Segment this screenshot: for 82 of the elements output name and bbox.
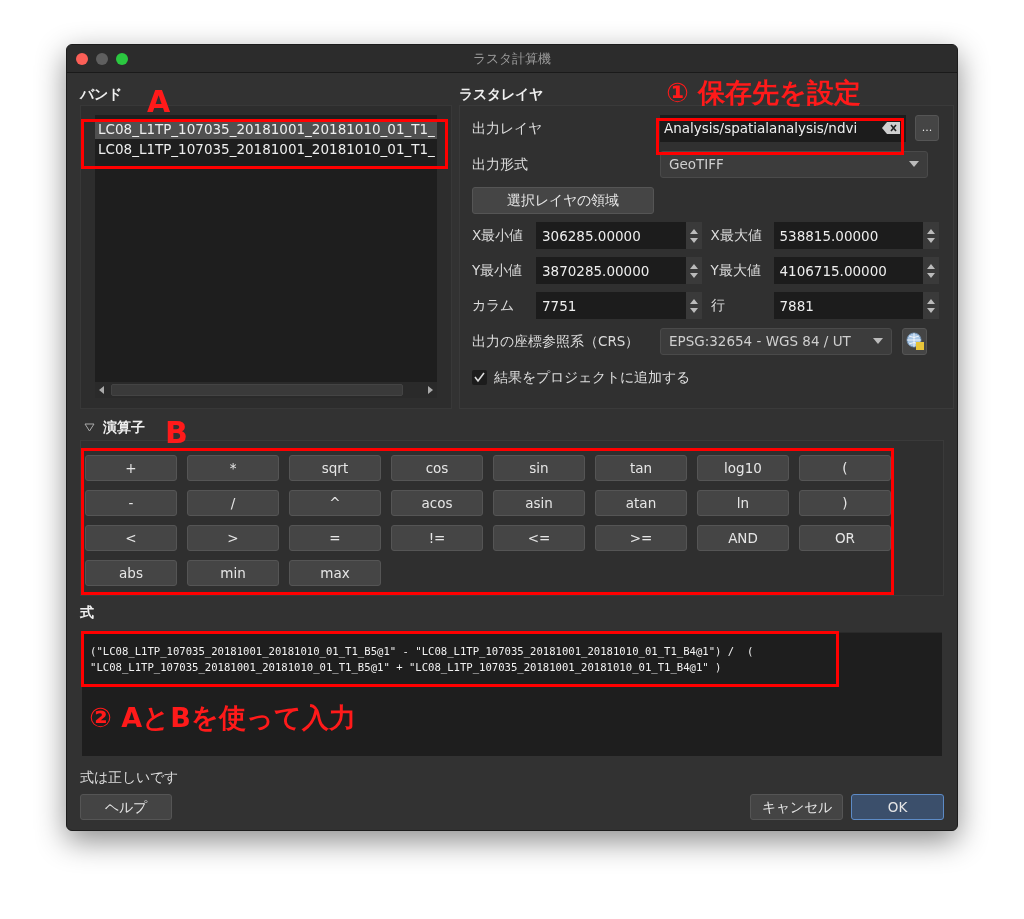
operator-button[interactable]: abs	[85, 560, 177, 586]
operator-button[interactable]: log10	[697, 455, 789, 481]
field-label: 出力形式	[472, 154, 529, 174]
annotation-label: ① 保存先を設定	[666, 79, 862, 106]
operator-button[interactable]: >	[187, 525, 279, 551]
spin-button[interactable]	[923, 222, 939, 249]
stepper-icon	[927, 263, 935, 278]
operator-button[interactable]: OR	[799, 525, 891, 551]
browse-button[interactable]: ...	[915, 115, 939, 141]
operator-button[interactable]: sqrt	[289, 455, 381, 481]
expression-line: ("LC08_L1TP_107035_20181001_20181010_01_T1_B5@1" - "LC08_L1TP_107035_20181001_20181010_01_T1_B4@1") / (	[90, 644, 755, 659]
section-title: 式	[80, 603, 95, 622]
operator-button[interactable]: !=	[391, 525, 483, 551]
stepper-icon	[689, 298, 698, 313]
operator-button[interactable]: tan	[595, 455, 687, 481]
operator-button[interactable]: +	[85, 455, 177, 481]
caret-icon	[873, 338, 883, 344]
window-title: ラスタ計算機	[473, 49, 551, 68]
operator-button[interactable]: -	[85, 490, 177, 516]
section-title: ラスタレイヤ	[459, 85, 543, 104]
stepper-icon	[689, 228, 698, 243]
stepper-icon	[927, 298, 935, 313]
globe-icon	[905, 332, 924, 350]
operator-button[interactable]: (	[799, 455, 891, 481]
crs-button[interactable]	[902, 327, 927, 355]
section-title: バンド	[80, 85, 122, 104]
field-label: X最小値	[472, 226, 525, 246]
annotation-label: ② AとBを使って入力	[89, 704, 356, 731]
annotation-label: A	[147, 87, 171, 117]
operator-button[interactable]: <=	[493, 525, 585, 551]
spin-button[interactable]	[923, 292, 939, 319]
input-field[interactable]: 538815.00000	[773, 222, 923, 249]
operator-button[interactable]: acos	[391, 490, 483, 516]
field-label: 行	[709, 296, 726, 316]
operator-button[interactable]: ln	[697, 490, 789, 516]
operator-button[interactable]: ^	[289, 490, 381, 516]
crs-dropdown[interactable]: EPSG:32654 - WGS 84 / UT	[660, 327, 892, 355]
input-field[interactable]: 3870285.00000	[536, 257, 686, 284]
operator-button[interactable]: )	[799, 490, 891, 516]
operator-button[interactable]: atan	[595, 490, 687, 516]
section-title: 演算子	[103, 417, 145, 437]
field-label: カラム	[472, 296, 515, 316]
band-item[interactable]: LC08_L1TP_107035_20181001_20181010_01_T1_	[95, 139, 437, 159]
scrollbar-thumb[interactable]	[111, 384, 403, 396]
zoom-button[interactable]	[116, 53, 128, 65]
spin-button[interactable]	[923, 257, 939, 284]
checkbox-label: 結果をプロジェクトに追加する	[494, 367, 690, 387]
operator-button[interactable]: <	[85, 525, 177, 551]
expand-icon[interactable]	[84, 422, 95, 432]
operator-button[interactable]: >=	[595, 525, 687, 551]
dialog-button[interactable]: キャンセル	[750, 794, 843, 820]
input-field[interactable]: 4106715.00000	[773, 257, 923, 284]
field-label: 出力の座標参照系（CRS）	[472, 331, 641, 351]
stepper-icon	[689, 263, 698, 278]
operator-button[interactable]: max	[289, 560, 381, 586]
operator-button[interactable]: *	[187, 455, 279, 481]
close-button[interactable]	[76, 53, 88, 65]
field-label: 出力レイヤ	[472, 118, 543, 138]
input-field[interactable]: 7751	[536, 292, 686, 319]
annotation-label: B	[165, 418, 188, 448]
checkbox[interactable]	[472, 369, 487, 385]
field-label: Y最小値	[472, 261, 524, 281]
status-text: 式は正しいです	[80, 768, 179, 786]
operator-button[interactable]: =	[289, 525, 381, 551]
extent-button[interactable]: 選択レイヤの領域	[472, 186, 654, 214]
field-label: Y最大値	[709, 261, 762, 281]
operator-button[interactable]: AND	[697, 525, 789, 551]
input-field[interactable]: 306285.00000	[536, 222, 686, 249]
operator-button[interactable]: /	[187, 490, 279, 516]
expression-line: "LC08_L1TP_107035_20181001_20181010_01_T1_B5@1" + "LC08_L1TP_107035_20181001_20181010_01_T1_B4@1" )	[90, 660, 723, 675]
operator-button[interactable]: asin	[493, 490, 585, 516]
operator-button[interactable]: sin	[493, 455, 585, 481]
caret-icon	[909, 161, 919, 167]
field-label: X最大値	[709, 226, 763, 246]
input-field[interactable]: 7881	[773, 292, 923, 319]
dialog-button[interactable]: ヘルプ	[80, 794, 172, 820]
dialog-button[interactable]: OK	[851, 794, 944, 820]
operator-button[interactable]: cos	[391, 455, 483, 481]
operator-button[interactable]: min	[187, 560, 279, 586]
stepper-icon	[927, 228, 935, 243]
expression-editor[interactable]	[82, 632, 942, 756]
clear-icon[interactable]	[882, 122, 900, 134]
